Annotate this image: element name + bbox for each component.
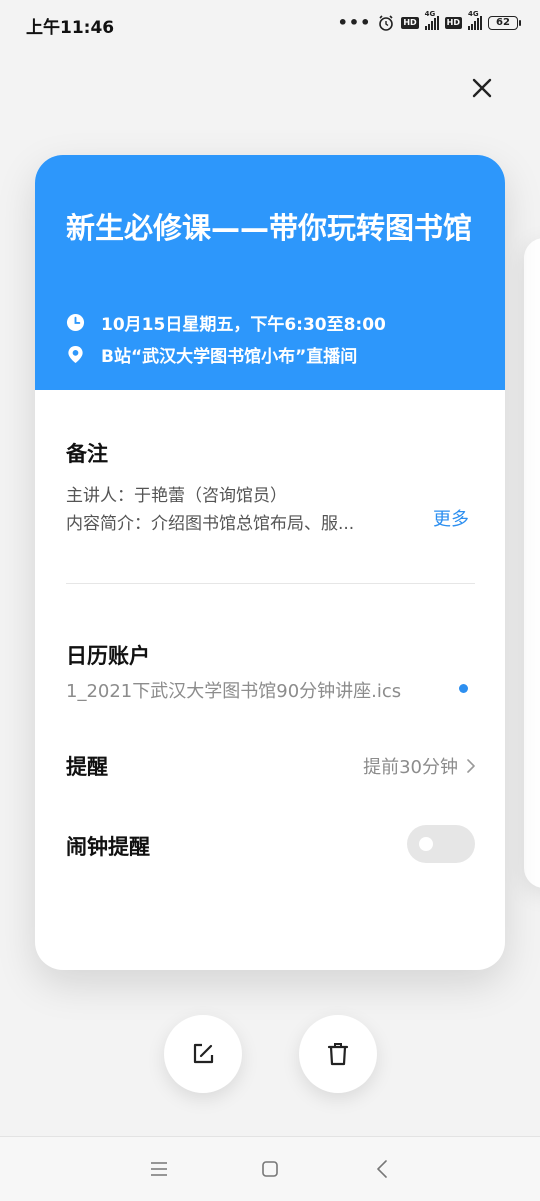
event-header: 新生必修课——带你玩转图书馆 10月15日星期五，下午6:30至8:00 B站“… [35,155,505,390]
alarm-reminder-label: 闹钟提醒 [66,835,150,859]
trash-icon [327,1043,349,1066]
home-button[interactable] [258,1157,282,1181]
notes-label: 备注 [66,442,108,466]
signal-icon: 4G [424,10,439,30]
alarm-icon [379,14,394,31]
status-bar: 上午11:46 ••• HD 4G HD 4G 62 [0,0,540,48]
edit-icon [193,1043,214,1064]
toggle-knob [419,837,433,851]
reminder-label: 提醒 [66,755,108,779]
status-icons: ••• HD 4G HD 4G 62 [337,10,521,32]
close-icon [472,78,492,98]
home-icon [262,1161,278,1177]
battery-icon: 62 [488,15,521,30]
calendar-color-dot [459,684,468,693]
alarm-reminder-toggle[interactable] [407,825,475,863]
more-link[interactable]: 更多 [433,505,469,531]
close-button[interactable] [466,72,498,104]
event-detail-card: 新生必修课——带你玩转图书馆 10月15日星期五，下午6:30至8:00 B站“… [35,155,505,970]
event-datetime: 10月15日星期五，下午6:30至8:00 [101,315,386,335]
reminder-selector[interactable]: 提前30分钟 [363,753,476,779]
navigation-bar [0,1136,540,1201]
clock-icon [66,313,85,332]
menu-icon [151,1162,167,1176]
back-button[interactable] [371,1157,395,1181]
notes-line-1: 主讲人：于艳蕾（咨询馆员） [66,486,287,506]
back-icon [377,1160,387,1178]
event-time-row: 10月15日星期五，下午6:30至8:00 [66,310,386,335]
status-time: 上午11:46 [26,18,115,38]
calendar-account-label: 日历账户 [66,644,150,668]
edit-button[interactable] [164,1015,242,1093]
location-pin-icon [68,345,83,364]
recent-apps-button[interactable] [147,1157,171,1181]
calendar-account-value: 1_2021下武汉大学图书馆90分钟讲座.ics [66,681,402,702]
hd-badge: HD [401,16,419,29]
event-location: B站“武汉大学图书馆小布”直播间 [101,347,358,367]
signal-icon-2: 4G [468,10,482,30]
event-title: 新生必修课——带你玩转图书馆 [66,211,473,245]
next-event-card-peek[interactable] [524,238,540,888]
notes-line-2: 内容简介：介绍图书馆总馆布局、服... [66,514,355,534]
chevron-right-icon [467,759,475,773]
reminder-value: 提前30分钟 [363,757,458,778]
divider [66,583,475,584]
event-location-row: B站“武汉大学图书馆小布”直播间 [66,342,357,367]
hd-badge-2: HD [444,16,462,29]
delete-button[interactable] [299,1015,377,1093]
more-dots-icon: ••• [337,13,372,32]
